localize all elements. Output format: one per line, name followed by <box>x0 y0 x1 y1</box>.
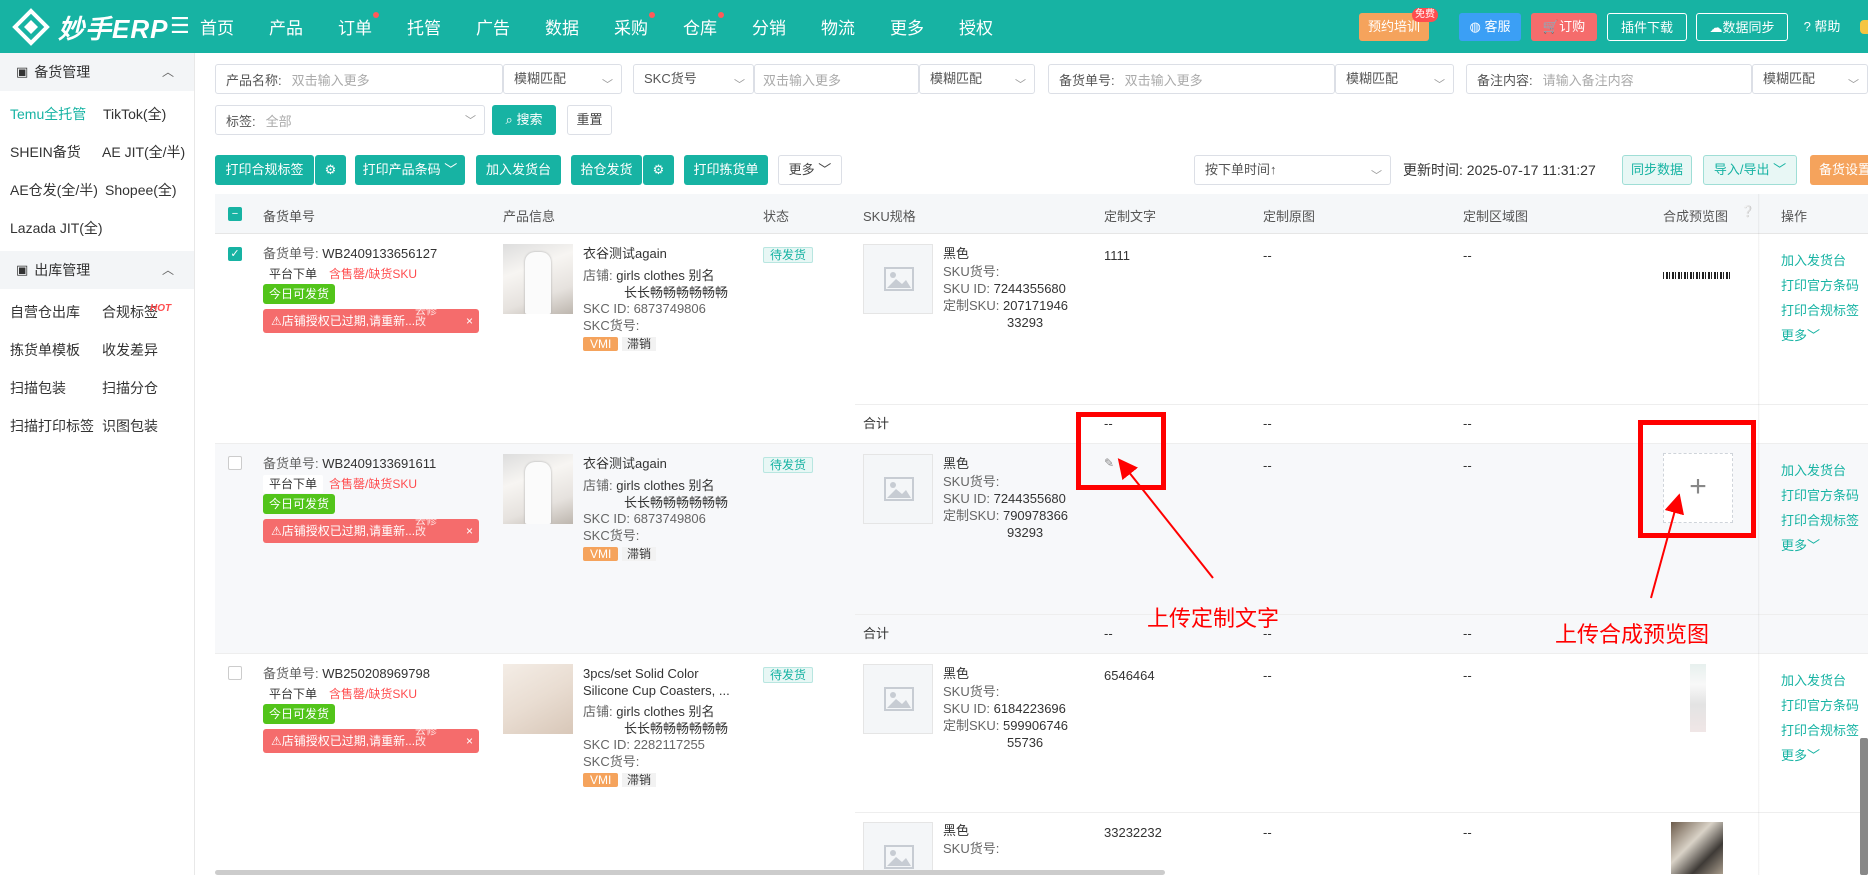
annotation-label-preview: 上传合成预览图 <box>1555 622 1710 647</box>
right-side-rail[interactable] <box>1860 738 1868 875</box>
annotation-label-custom-text: 上传定制文字 <box>1147 606 1280 631</box>
horizontal-scrollbar[interactable] <box>215 870 1165 875</box>
annotation-arrows <box>1117 458 1685 599</box>
